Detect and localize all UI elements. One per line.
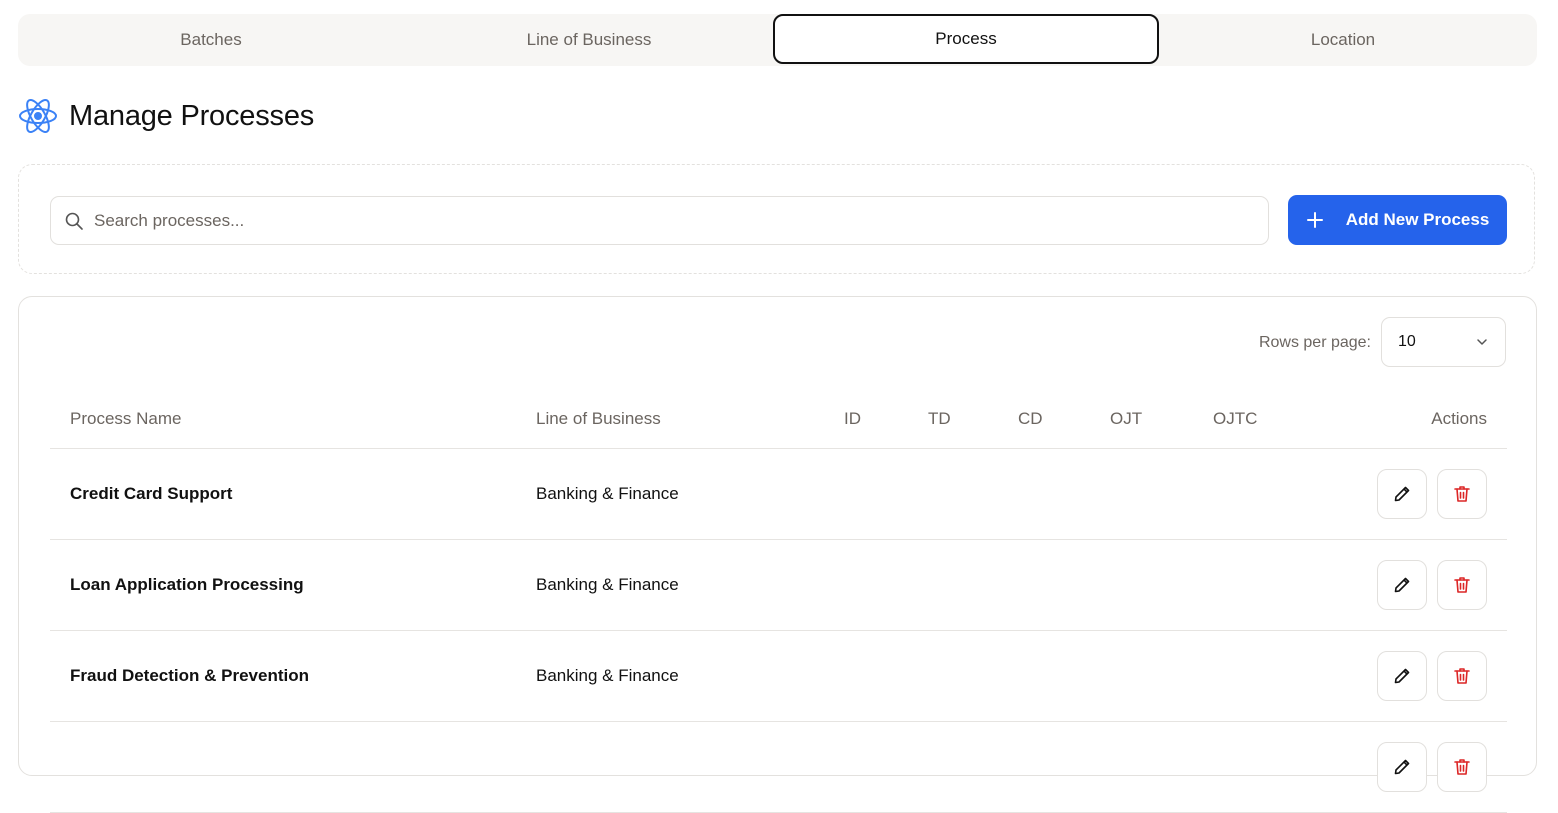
trash-icon: [1454, 577, 1470, 593]
table-header: Process Name Line of Business ID TD CD O…: [50, 391, 1507, 449]
edit-button[interactable]: [1377, 560, 1427, 610]
edit-button[interactable]: [1377, 742, 1427, 792]
line-of-business-cell: Banking & Finance: [536, 484, 679, 503]
page-header: Manage Processes: [18, 94, 314, 138]
table-row: Loan Application Processing Banking & Fi…: [50, 540, 1507, 631]
trash-icon: [1454, 759, 1470, 775]
pencil-icon: [1394, 486, 1410, 502]
search-input[interactable]: [92, 209, 1268, 232]
table-row: Credit Card Support Banking & Finance: [50, 449, 1507, 540]
rows-per-page-value: 10: [1398, 333, 1416, 350]
edit-button[interactable]: [1377, 651, 1427, 701]
trash-icon: [1454, 668, 1470, 684]
column-header-td[interactable]: TD: [928, 391, 951, 447]
tab-line-of-business[interactable]: Line of Business: [396, 14, 782, 66]
process-name-cell: Credit Card Support: [70, 484, 233, 503]
search-toolbar: Add New Process: [18, 164, 1535, 274]
process-name-cell: Loan Application Processing: [70, 575, 304, 594]
table-row: [50, 722, 1507, 813]
edit-button[interactable]: [1377, 469, 1427, 519]
delete-button[interactable]: [1437, 651, 1487, 701]
tab-bar: Batches Line of Business Process Locatio…: [18, 14, 1537, 66]
rows-per-page-label: Rows per page:: [1258, 334, 1371, 351]
page-title: Manage Processes: [69, 99, 315, 132]
tab-batches[interactable]: Batches: [18, 14, 404, 66]
pencil-icon: [1394, 668, 1410, 684]
search-box[interactable]: [50, 196, 1269, 245]
search-icon: [65, 212, 83, 230]
pencil-icon: [1394, 577, 1410, 593]
tab-location[interactable]: Location: [1150, 14, 1536, 66]
chevron-down-icon: [1477, 339, 1487, 345]
column-header-ojt[interactable]: OJT: [1110, 391, 1142, 447]
column-header-ojtc[interactable]: OJTC: [1213, 391, 1257, 447]
atom-icon: [19, 99, 57, 133]
column-header-line-of-business[interactable]: Line of Business: [536, 391, 661, 447]
tab-process[interactable]: Process: [773, 14, 1159, 64]
column-header-actions: Actions: [1431, 409, 1487, 428]
plus-icon: [1306, 212, 1323, 228]
pencil-icon: [1394, 759, 1410, 775]
column-header-cd[interactable]: CD: [1018, 391, 1043, 447]
process-name-cell: Fraud Detection & Prevention: [70, 666, 309, 685]
column-header-process-name[interactable]: Process Name: [70, 391, 181, 447]
process-table-card: Rows per page: 10 Process Name Line of B…: [18, 296, 1537, 813]
line-of-business-cell: Banking & Finance: [536, 666, 679, 685]
column-header-id[interactable]: ID: [844, 391, 861, 447]
rows-per-page-select[interactable]: 10: [1381, 317, 1506, 367]
trash-icon: [1454, 486, 1470, 502]
delete-button[interactable]: [1437, 469, 1487, 519]
add-button-label: Add New Process: [1345, 210, 1490, 229]
line-of-business-cell: Banking & Finance: [536, 575, 679, 594]
delete-button[interactable]: [1437, 742, 1487, 792]
delete-button[interactable]: [1437, 560, 1487, 610]
table-row: Fraud Detection & Prevention Banking & F…: [50, 631, 1507, 722]
add-new-process-button[interactable]: Add New Process: [1288, 195, 1507, 245]
